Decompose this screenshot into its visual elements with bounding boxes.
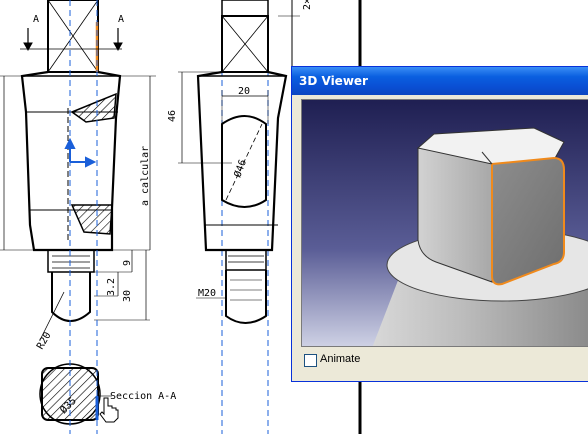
dimension-20: 20: [238, 86, 250, 97]
section-marker-right: A: [118, 14, 124, 25]
animate-checkbox[interactable]: [304, 354, 317, 367]
section-marker-left: A: [33, 14, 39, 25]
viewer-3d-canvas[interactable]: [301, 99, 588, 347]
dimension-30: 30: [122, 290, 133, 302]
label-a-calcular: a calcular: [140, 146, 151, 206]
viewer-window[interactable]: 3D Viewer Animate: [291, 66, 588, 382]
top-dimension-partial: 2×: [302, 0, 313, 10]
radius-r20: R20: [35, 330, 54, 351]
viewer-title: 3D Viewer: [299, 74, 368, 88]
viewer-title-bar[interactable]: 3D Viewer: [292, 67, 588, 95]
viewer-footer: Animate: [301, 350, 588, 372]
dimension-9: 9: [122, 260, 133, 266]
viewer-3d-scene: [302, 100, 588, 346]
axis-arrows-icon: [64, 137, 97, 168]
thread-m20: M20: [198, 288, 216, 299]
dimension-46: 46: [167, 110, 178, 122]
animate-label[interactable]: Animate: [320, 353, 360, 365]
dimension-3-2: 3.2: [106, 278, 117, 296]
left-view: [0, 0, 156, 425]
dimension-diameter-46: Ø46: [232, 158, 249, 179]
section-label: Seccion A-A: [110, 391, 176, 402]
